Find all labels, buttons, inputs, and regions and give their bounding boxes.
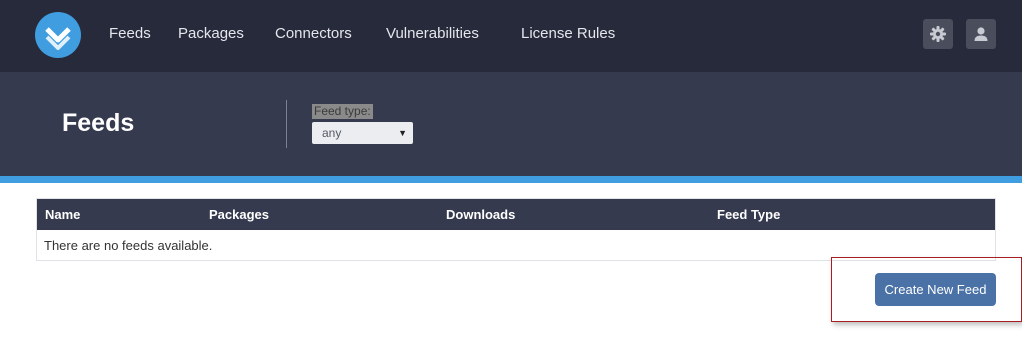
column-header-packages: Packages [209,207,269,222]
top-navbar: Feeds Packages Connectors Vulnerabilitie… [0,0,1022,72]
user-icon [974,27,988,41]
accent-bar [0,176,1022,183]
feeds-table: Name Packages Downloads Feed Type There … [36,198,996,261]
column-header-downloads: Downloads [446,207,516,222]
column-header-feed-type: Feed Type [717,207,781,222]
nav-link-feeds[interactable]: Feeds [109,24,151,44]
feed-type-selected-value: any [322,126,342,140]
table-header-row: Name Packages Downloads Feed Type [37,199,995,230]
create-new-feed-button[interactable]: Create New Feed [875,273,996,306]
feed-type-label: Feed type: [312,104,373,119]
proget-logo-icon[interactable] [35,12,81,58]
header-divider [286,100,287,148]
gear-icon [930,26,946,42]
settings-button[interactable] [923,19,953,49]
feed-type-select[interactable]: any ▼ [312,122,413,144]
page-header: Feeds Feed type: any ▼ [0,72,1022,176]
nav-link-connectors[interactable]: Connectors [275,24,352,44]
nav-link-license-rules[interactable]: License Rules [521,24,615,44]
caret-down-icon: ▼ [398,128,407,138]
page-title: Feeds [62,109,135,137]
nav-link-packages[interactable]: Packages [178,24,244,44]
column-header-name: Name [45,207,81,222]
user-menu-button[interactable] [966,19,996,49]
nav-link-vulnerabilities[interactable]: Vulnerabilities [386,24,479,44]
empty-table-message: There are no feeds available. [44,238,213,253]
